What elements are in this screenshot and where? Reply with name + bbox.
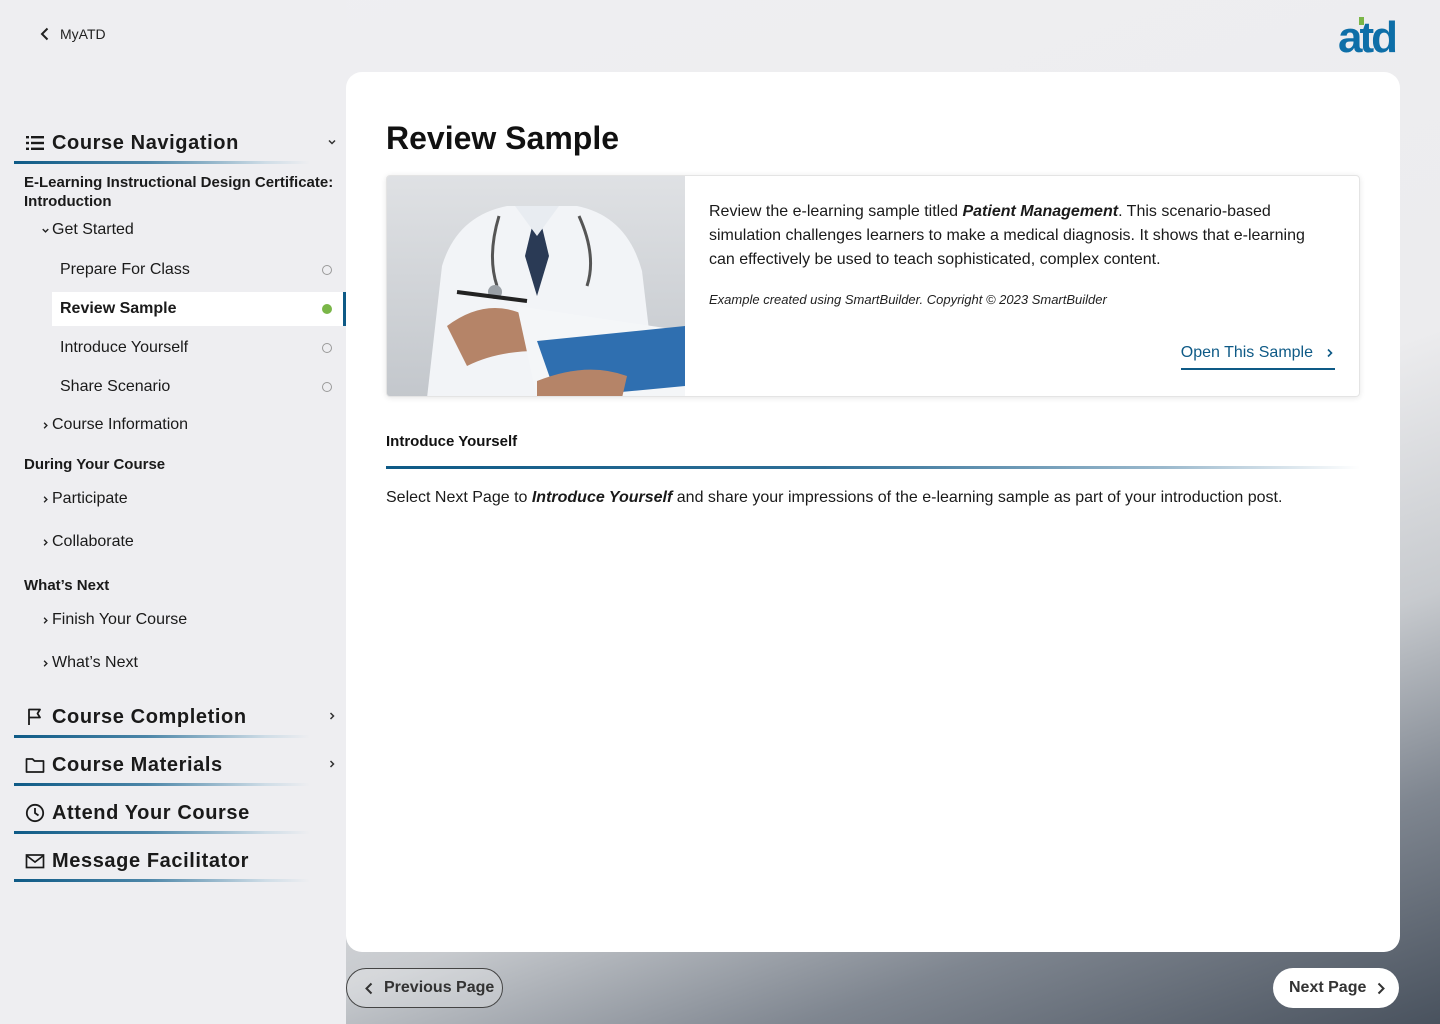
incomplete-status-dot (322, 265, 332, 275)
chevron-right-icon (38, 535, 52, 549)
chevron-right-icon (329, 760, 335, 768)
nav-item-review-sample[interactable]: Review Sample (52, 292, 346, 326)
nav-item-share-scenario[interactable]: Share Scenario (52, 370, 346, 404)
group-whats-next-label: What’s Next (52, 654, 138, 671)
course-navigation-title: Course Navigation (52, 131, 239, 154)
group-whats-next[interactable]: What’s Next (38, 654, 138, 672)
nav-item-label: Introduce Yourself (60, 339, 189, 356)
chevron-right-icon (38, 492, 52, 506)
attend-your-course-title: Attend Your Course (52, 801, 250, 824)
nav-item-label: Prepare For Class (60, 261, 190, 278)
message-facilitator-header[interactable]: Message Facilitator (14, 840, 346, 882)
nav-item-label: Review Sample (60, 300, 177, 317)
previous-page-label: Previous Page (384, 979, 495, 996)
svg-text:atd: atd (1338, 14, 1395, 58)
chevron-left-icon (40, 27, 49, 41)
sample-title: Patient Management (962, 203, 1119, 220)
course-materials-title: Course Materials (52, 753, 223, 776)
group-course-information-label: Course Information (52, 416, 189, 433)
course-navigation-header[interactable]: Course Navigation (14, 122, 346, 164)
incomplete-status-dot (322, 382, 332, 392)
group-get-started[interactable]: Get Started (38, 221, 134, 239)
chevron-right-icon (38, 418, 52, 432)
open-sample-label: Open This Sample (1180, 344, 1313, 361)
sample-credit: Example created using SmartBuilder. Copy… (709, 292, 1107, 307)
chevron-right-icon (1327, 348, 1333, 358)
chevron-right-icon (1378, 982, 1386, 994)
group-participate-label: Participate (52, 490, 128, 507)
open-sample-link[interactable]: Open This Sample (1180, 344, 1335, 370)
back-to-myatd-link[interactable]: MyATD (38, 26, 106, 42)
sample-description-panel: Review the e-learning sample titled Pati… (685, 176, 1359, 396)
atd-logo: atd (1338, 14, 1398, 58)
course-completion-header[interactable]: Course Completion (14, 696, 346, 738)
during-your-course-heading: During Your Course (24, 456, 166, 473)
nav-item-introduce-yourself[interactable]: Introduce Yourself (52, 331, 346, 365)
nav-item-prepare-for-class[interactable]: Prepare For Class (52, 253, 346, 287)
next-page-button[interactable]: Next Page (1273, 968, 1399, 1008)
introduce-yourself-heading: Introduce Yourself (386, 433, 518, 450)
content-card: Review Sample Review the e-learning samp… (346, 72, 1400, 952)
chevron-down-icon (328, 139, 336, 145)
group-finish-your-course[interactable]: Finish Your Course (38, 611, 187, 629)
list-icon (24, 132, 46, 154)
message-facilitator-title: Message Facilitator (52, 849, 250, 872)
nav-item-label: Share Scenario (60, 378, 171, 395)
chevron-right-icon (38, 613, 52, 627)
chevron-right-icon (329, 712, 335, 720)
group-collaborate[interactable]: Collaborate (38, 533, 134, 551)
sample-feature-card: Review the e-learning sample titled Pati… (386, 175, 1360, 397)
folder-icon (24, 754, 46, 776)
group-get-started-label: Get Started (52, 221, 134, 238)
sample-description: Review the e-learning sample titled Pati… (709, 203, 1305, 268)
group-collaborate-label: Collaborate (52, 533, 134, 550)
mail-icon (24, 850, 46, 872)
course-title: E-Learning Instructional Design Certific… (24, 174, 334, 210)
section-divider (386, 466, 1360, 469)
attend-your-course-header[interactable]: Attend Your Course (14, 792, 346, 834)
page-title: Review Sample (386, 120, 619, 156)
chevron-down-icon (38, 223, 52, 237)
chevron-right-icon (38, 656, 52, 670)
back-label: MyATD (60, 26, 106, 42)
doctor-image (387, 176, 685, 396)
course-materials-header[interactable]: Course Materials (14, 744, 346, 786)
group-finish-your-course-label: Finish Your Course (52, 611, 188, 628)
group-participate[interactable]: Participate (38, 490, 128, 508)
chevron-left-icon (365, 982, 373, 994)
introduce-yourself-instructions: Select Next Page to Introduce Yourself a… (386, 489, 1283, 506)
whats-next-heading: What’s Next (24, 577, 110, 594)
current-status-dot (322, 304, 332, 314)
previous-page-button[interactable]: Previous Page (346, 968, 503, 1008)
flag-icon (24, 706, 46, 728)
incomplete-status-dot (322, 343, 332, 353)
clock-icon (24, 802, 46, 824)
group-course-information[interactable]: Course Information (38, 416, 188, 434)
course-completion-title: Course Completion (52, 705, 247, 728)
next-page-label: Next Page (1289, 979, 1367, 996)
